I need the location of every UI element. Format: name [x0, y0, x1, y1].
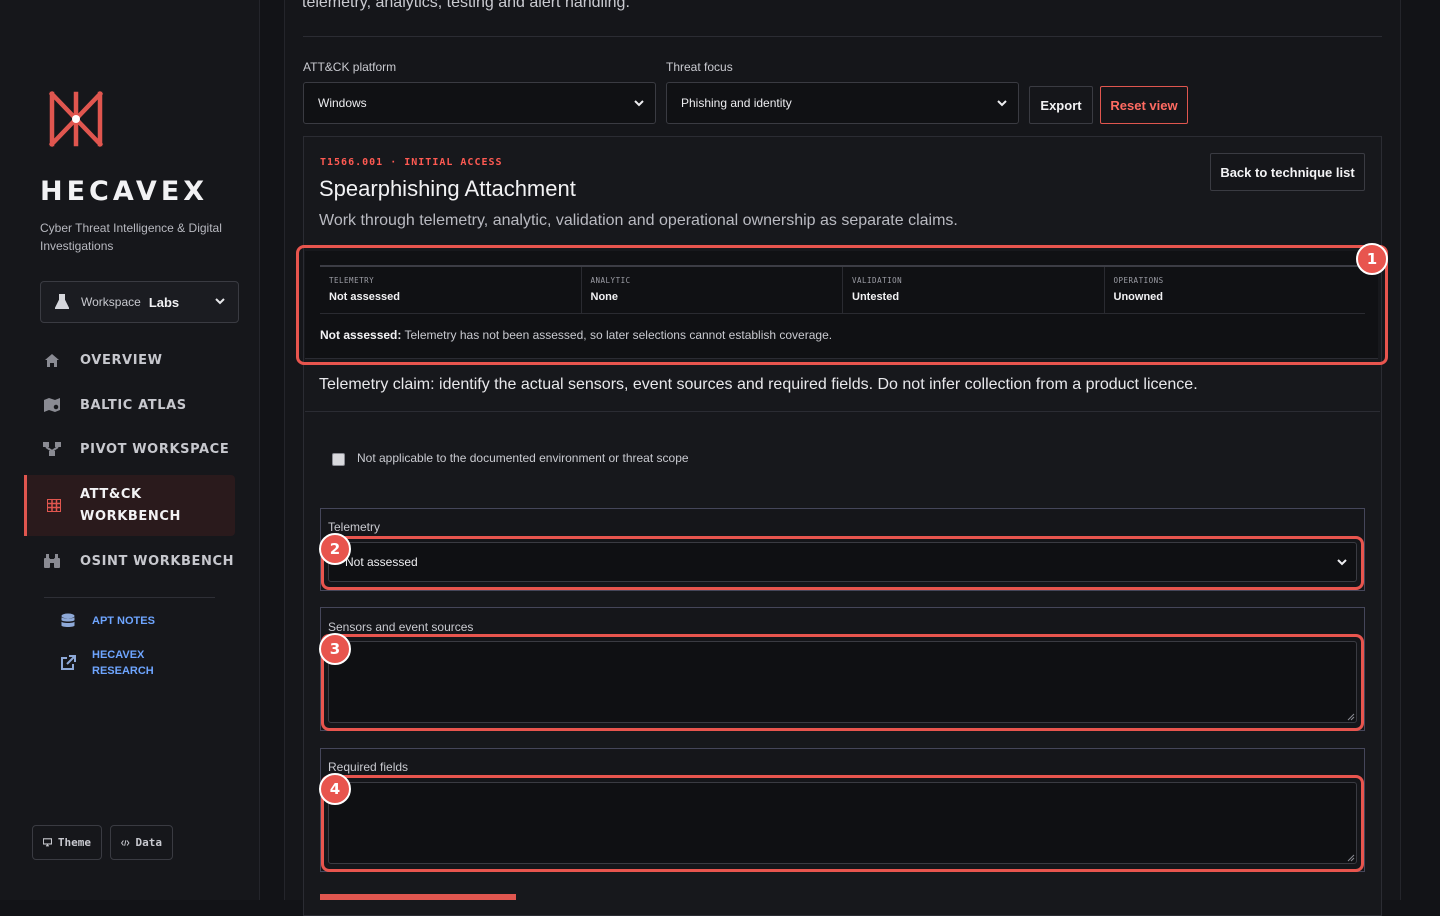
- nav-label: OVERVIEW: [80, 352, 163, 368]
- network-icon: [24, 442, 80, 456]
- status-value: Not assessed: [329, 291, 400, 303]
- telemetry-select[interactable]: Not assessed: [328, 542, 1357, 582]
- resize-grip-icon[interactable]: [1347, 713, 1355, 721]
- flask-icon: [55, 294, 69, 309]
- status-validation: VALIDATION Untested: [843, 267, 1105, 313]
- status-key: VALIDATION: [852, 276, 903, 285]
- status-telemetry: TELEMETRY Not assessed: [320, 267, 582, 313]
- hecavex-logo-icon[interactable]: [48, 90, 104, 148]
- external-link-icon: [44, 655, 92, 671]
- status-analytic: ANALYTIC None: [582, 267, 843, 313]
- status-note-lead: Not assessed:: [320, 328, 402, 342]
- status-value: Untested: [852, 291, 900, 303]
- workspace-label: Workspace: [81, 295, 141, 309]
- required-fields-label: Required fields: [328, 760, 409, 774]
- nav-divider: [44, 597, 215, 598]
- map-icon: [24, 397, 80, 413]
- platform-select[interactable]: Windows: [303, 82, 656, 124]
- technique-description: Work through telemetry, analytic, valida…: [319, 212, 958, 229]
- annotation-badge-4: 4: [319, 773, 351, 805]
- sidebar: HECAVEX Cyber Threat Intelligence & Digi…: [0, 0, 260, 900]
- status-key: TELEMETRY: [329, 276, 375, 285]
- workspace-name: Labs: [148, 294, 180, 310]
- brand-name: HECAVEX: [40, 176, 209, 207]
- focus-value: Phishing and identity: [681, 96, 792, 110]
- database-icon: [44, 613, 92, 629]
- telemetry-label: Telemetry: [328, 520, 381, 534]
- focus-label: Threat focus: [666, 60, 733, 74]
- grid-icon: [27, 499, 80, 512]
- nav-label: BALTIC ATLAS: [80, 397, 187, 413]
- focus-select[interactable]: Phishing and identity: [666, 82, 1019, 124]
- home-icon: [24, 353, 80, 368]
- workspace-selector[interactable]: Workspace Labs: [40, 281, 239, 323]
- nav-label: ATT&CK WORKBENCH: [80, 486, 181, 524]
- status-value: None: [590, 291, 619, 303]
- technique-title: Spearphishing Attachment: [319, 176, 576, 201]
- telemetry-value: Not assessed: [345, 555, 418, 569]
- data-button-label: Data: [135, 836, 163, 849]
- status-value: Unowned: [1113, 291, 1164, 303]
- status-note: Not assessed: Telemetry has not been ass…: [320, 328, 832, 342]
- code-icon: [121, 839, 130, 846]
- divider: [303, 36, 1382, 37]
- claim-text: Telemetry claim: identify the actual sen…: [319, 376, 1198, 393]
- annotation-badge-2: 2: [319, 533, 351, 565]
- status-key: OPERATIONS: [1113, 276, 1164, 285]
- binoculars-icon: [24, 554, 80, 568]
- theme-button-label: Theme: [57, 836, 91, 849]
- nav-item-pivot-workspace[interactable]: PIVOT WORKSPACE: [24, 433, 235, 465]
- back-to-technique-list-button[interactable]: Back to technique list: [1210, 153, 1365, 191]
- nav-label: PIVOT WORKSPACE: [80, 441, 230, 457]
- nav-item-baltic-atlas[interactable]: BALTIC ATLAS: [24, 389, 235, 421]
- sub-link-hecavex-research[interactable]: HECAVEX RESEARCH: [44, 647, 162, 679]
- export-button[interactable]: Export: [1029, 86, 1093, 124]
- annotation-badge-3: 3: [319, 633, 351, 665]
- technique-id: T1566.001 · INITIAL ACCESS: [320, 157, 503, 168]
- theme-button[interactable]: Theme: [32, 825, 102, 860]
- divider: [305, 411, 1380, 412]
- sub-link-label: HECAVEX RESEARCH: [92, 649, 154, 677]
- sub-link-label: APT NOTES: [92, 615, 155, 627]
- platform-value: Windows: [318, 96, 367, 110]
- monitor-icon: [43, 838, 52, 847]
- chevron-down-icon: [997, 100, 1007, 107]
- coverage-status-grid: TELEMETRY Not assessed ANALYTIC None VAL…: [320, 265, 1365, 314]
- nav-item-overview[interactable]: OVERVIEW: [24, 344, 235, 376]
- status-key: ANALYTIC: [590, 276, 631, 285]
- chevron-down-icon: [634, 100, 644, 107]
- primary-action-button[interactable]: [320, 894, 516, 900]
- sensors-label: Sensors and event sources: [328, 620, 474, 634]
- resize-grip-icon[interactable]: [1347, 854, 1355, 862]
- required-fields-textarea[interactable]: [328, 782, 1357, 864]
- data-button[interactable]: Data: [110, 825, 173, 860]
- status-note-text: Telemetry has not been assessed, so late…: [404, 328, 833, 342]
- status-operations: OPERATIONS Unowned: [1105, 267, 1366, 313]
- not-applicable-label: Not applicable to the documented environ…: [357, 451, 689, 465]
- chevron-down-icon: [1337, 559, 1347, 566]
- annotation-badge-1: 1: [1356, 243, 1388, 275]
- intro-text: telemetry, analytics, testing and alert …: [302, 0, 630, 11]
- chevron-down-icon: [215, 298, 225, 305]
- reset-view-button[interactable]: Reset view: [1100, 86, 1188, 124]
- platform-label: ATT&CK platform: [303, 60, 397, 74]
- sensors-textarea[interactable]: [328, 641, 1357, 723]
- sub-link-apt-notes[interactable]: APT NOTES: [44, 610, 155, 632]
- nav-label: OSINT WORKBENCH: [80, 553, 235, 569]
- brand-tagline: Cyber Threat Intelligence & Digital Inve…: [40, 221, 222, 253]
- nav-item-attack-workbench[interactable]: ATT&CK WORKBENCH: [24, 475, 235, 536]
- not-applicable-checkbox[interactable]: [332, 453, 345, 466]
- nav-item-osint-workbench[interactable]: OSINT WORKBENCH: [24, 545, 235, 577]
